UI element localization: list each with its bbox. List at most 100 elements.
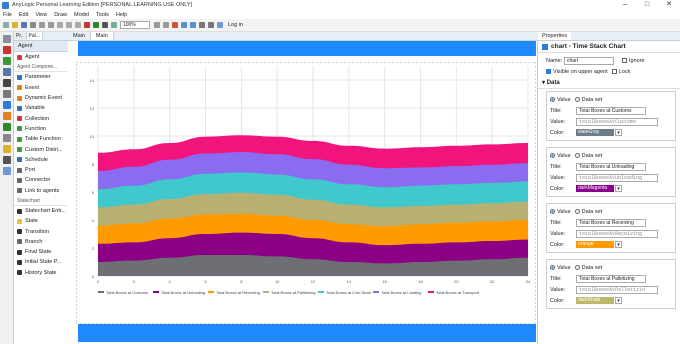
chevron-down-icon[interactable]: ▾ — [615, 241, 622, 248]
palette-item-branch[interactable]: Branch — [14, 237, 68, 247]
palette-item-initial-state-p[interactable]: Initial State P... — [14, 257, 68, 267]
strip-icon[interactable] — [3, 156, 11, 164]
palette-item-port[interactable]: Port — [14, 165, 68, 175]
series-color-field[interactable]: orange — [576, 241, 614, 248]
time-stack-chart[interactable]: 024681012140 2 4 6 8 10 12 14 16 18 20 22 24Total Bo… — [76, 62, 536, 324]
series-value-field[interactable]: totalBoxesAtReceiving — [576, 229, 658, 238]
tab-projects[interactable]: Pr.. — [14, 32, 27, 40]
zoom-in-icon[interactable] — [163, 22, 169, 28]
strip-icon[interactable] — [3, 57, 11, 65]
menu-draw[interactable]: Draw — [54, 12, 67, 18]
align-icon[interactable] — [199, 22, 205, 28]
stop-icon[interactable] — [102, 22, 108, 28]
layers-icon[interactable] — [190, 22, 196, 28]
series-color-field[interactable]: darkMagenta — [576, 185, 614, 192]
value-radio[interactable] — [550, 97, 555, 102]
palette-item-transition[interactable]: Transition — [14, 226, 68, 236]
grid-icon[interactable] — [181, 22, 187, 28]
menu-help[interactable]: Help — [116, 12, 127, 18]
top-blue-shape[interactable] — [78, 41, 536, 56]
open-icon[interactable] — [12, 22, 18, 28]
series-value-field[interactable]: totalBoxesAtPalletizin — [576, 285, 658, 294]
undo-icon[interactable] — [39, 22, 45, 28]
save-icon[interactable] — [21, 22, 27, 28]
user-icon[interactable] — [217, 22, 223, 28]
redo-icon[interactable] — [48, 22, 54, 28]
palette-item-link-to-agents[interactable]: Link to agents — [14, 186, 68, 196]
strip-icon[interactable] — [3, 35, 11, 43]
palette-item-connector[interactable]: Connector — [14, 175, 68, 185]
palette-item-function[interactable]: Function — [14, 124, 68, 134]
strip-icon[interactable] — [3, 79, 11, 87]
close-icon[interactable]: ✕ — [658, 0, 680, 10]
tab-main-2[interactable]: Main — [90, 32, 114, 40]
build-icon[interactable] — [111, 22, 117, 28]
delete-icon[interactable] — [84, 22, 90, 28]
paste-icon[interactable] — [75, 22, 81, 28]
strip-icon[interactable] — [3, 101, 11, 109]
series-value-field[interactable]: totalBoxesAtCustoms — [576, 117, 658, 126]
menu-tools[interactable]: Tools — [96, 12, 109, 18]
palette-item-state[interactable]: State — [14, 216, 68, 226]
tab-properties[interactable]: Properties — [538, 32, 572, 40]
bottom-blue-shape[interactable] — [78, 321, 536, 342]
dataset-radio[interactable] — [574, 97, 580, 102]
palette-item-statechart-entr[interactable]: Statechart Entr... — [14, 206, 68, 216]
strip-icon[interactable] — [3, 68, 11, 76]
palette-item-agent[interactable]: Agent — [14, 52, 68, 62]
tab-main-1[interactable]: Main — [68, 32, 91, 40]
menu-view[interactable]: View — [35, 12, 47, 18]
search-icon[interactable] — [208, 22, 214, 28]
series-title-field[interactable]: Total Boxes at Receiving — [576, 218, 646, 227]
strip-icon[interactable] — [3, 145, 11, 153]
palette-item-schedule[interactable]: Schedule — [14, 155, 68, 165]
run-icon[interactable] — [93, 22, 99, 28]
palette-item-table-function[interactable]: Table Function — [14, 134, 68, 144]
menu-model[interactable]: Model — [74, 12, 89, 18]
palette-item-dynamic-event[interactable]: Dynamic Event — [14, 93, 68, 103]
chevron-down-icon[interactable]: ▾ — [615, 129, 622, 136]
series-color-field[interactable]: slateGray — [576, 129, 614, 136]
tools-icon[interactable] — [172, 22, 178, 28]
series-value-field[interactable]: totalBoxesAtUnloading — [576, 173, 658, 182]
series-title-field[interactable]: Total Boxes at Palletizing — [576, 274, 646, 283]
lock-checkbox[interactable] — [611, 69, 617, 74]
tab-palette[interactable]: Pal... — [26, 32, 43, 40]
cut-icon[interactable] — [57, 22, 63, 28]
strip-icon[interactable] — [3, 123, 11, 131]
zoom-out-icon[interactable] — [154, 22, 160, 28]
strip-icon[interactable] — [3, 134, 11, 142]
strip-icon[interactable] — [3, 46, 11, 54]
visible-checkbox[interactable] — [546, 69, 551, 74]
new-icon[interactable] — [3, 22, 9, 28]
dataset-radio[interactable] — [574, 209, 580, 214]
maximize-icon[interactable]: □ — [636, 0, 658, 10]
series-title-field[interactable]: Total Boxes at Customs — [576, 106, 646, 115]
chevron-down-icon[interactable]: ▾ — [615, 297, 622, 304]
palette-item-final-state[interactable]: Final State — [14, 247, 68, 257]
palette-section-statechart[interactable]: Statechart — [14, 196, 68, 206]
series-color-field[interactable]: darkKhaki — [576, 297, 614, 304]
value-radio[interactable] — [550, 153, 555, 158]
zoom-field[interactable]: 100% — [120, 21, 150, 29]
palette-item-parameter[interactable]: Parameter — [14, 72, 68, 82]
minimize-icon[interactable]: – — [614, 0, 636, 10]
palette-item-variable[interactable]: Variable — [14, 103, 68, 113]
palette-item-history-state[interactable]: History State — [14, 268, 68, 278]
menu-file[interactable]: File — [3, 12, 12, 18]
chevron-down-icon[interactable]: ▾ — [615, 185, 622, 192]
copy-icon[interactable] — [66, 22, 72, 28]
dataset-radio[interactable] — [574, 265, 580, 270]
strip-icon[interactable] — [3, 167, 11, 175]
palette-section-agent-components[interactable]: Agent Compone... — [14, 62, 68, 73]
menu-edit[interactable]: Edit — [19, 12, 28, 18]
dataset-radio[interactable] — [574, 153, 580, 158]
strip-icon[interactable] — [3, 112, 11, 120]
series-title-field[interactable]: Total Boxes at Unloading — [576, 162, 646, 171]
palette-item-custom-distri[interactable]: Custom Distri... — [14, 144, 68, 154]
value-radio[interactable] — [550, 209, 555, 214]
name-field[interactable]: chart — [564, 56, 614, 65]
ignore-checkbox[interactable] — [622, 58, 627, 63]
data-section-header[interactable]: ▾ Data — [538, 77, 680, 89]
palette-item-event[interactable]: Event — [14, 83, 68, 93]
